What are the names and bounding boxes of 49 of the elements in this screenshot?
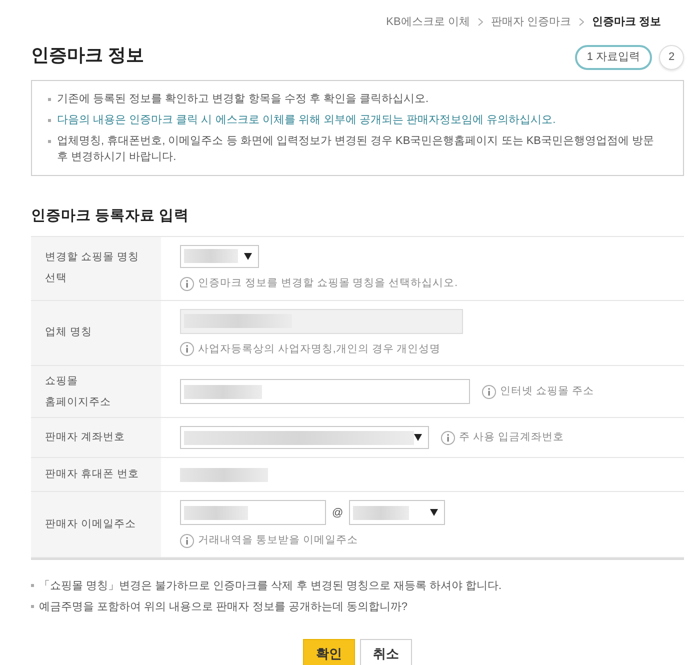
redacted-value (184, 506, 248, 520)
notice-text: 다음의 내용은 인증마크 클릭 시 에스크로 이체를 위해 외부에 공개되는 판매자정보임에 유의하십시오. (57, 113, 556, 128)
caret-down-icon (430, 509, 438, 516)
notice-text: 기존에 등록된 정보를 확인하고 변경할 항목을 수정 후 확인을 클릭하십시오. (57, 92, 429, 107)
chevron-right-icon (478, 18, 483, 26)
field-label: 업체 명칭 (45, 325, 92, 340)
hint-text: 거래내역을 통보받을 이메일주소 (198, 533, 358, 548)
select-field[interactable] (349, 500, 446, 526)
field-label: 쇼핑몰 홈페이지주소 (45, 374, 111, 410)
bullet-icon (31, 584, 34, 587)
input-field[interactable] (180, 379, 470, 404)
notice-text: 업체명칭, 휴대폰번호, 이메일주소 등 화면에 입력정보가 변경된 경우 KB국민은행홈페이지 또는 KB국민은행영업점에 방문 후 변경하시기 바랍니다. (57, 134, 656, 165)
field-label: 판매자 휴대폰 번호 (45, 467, 139, 482)
info-icon (180, 276, 194, 291)
info-icon (180, 534, 194, 548)
step-indicator: 1 자료입력 (574, 44, 652, 70)
redacted-value (184, 249, 238, 264)
field-label: 판매자 계좌번호 (45, 430, 125, 446)
bullet-icon (48, 140, 51, 143)
bullet-icon (48, 119, 51, 122)
note-text: 예금주명을 포함하여 위의 내용으로 판매자 정보를 공개하는데 동의합니까? (39, 600, 408, 615)
caret-down-icon (414, 434, 422, 442)
cancel-button[interactable]: 취소 (360, 639, 412, 665)
section-title: 인증마크 등록자료 입력 (31, 207, 190, 226)
info-icon (180, 342, 194, 356)
page-title: 인증마크 정보 (31, 44, 144, 66)
confirm-button[interactable]: 확인 (303, 639, 355, 665)
select-field[interactable] (180, 244, 259, 268)
bullet-icon (31, 605, 34, 608)
redacted-value (353, 506, 410, 520)
note-text: 「쇼핑몰 명칭」변경은 불가하므로 인증마크를 삭제 후 변경된 명칭으로 재등록 하셔야 합니다. (39, 579, 502, 594)
hint-text: 사업자등록상의 사업자명칭,개인의 경우 개인성명 (198, 342, 441, 356)
breadcrumb-link[interactable]: 인증마크 정보 (592, 14, 661, 30)
at-sign: @ (332, 506, 344, 520)
breadcrumb-link[interactable]: KB에스크로 이체 (386, 14, 470, 30)
select-field[interactable] (180, 426, 429, 450)
caret-down-icon (244, 252, 252, 260)
chevron-right-icon (578, 18, 584, 26)
step-indicator: 2 (659, 44, 684, 70)
hint-text: 주 사용 입금계좌번호 (459, 430, 564, 445)
field-label: 판매자 이메일주소 (45, 517, 136, 532)
breadcrumb-link[interactable]: 판매자 인증마크 (490, 14, 571, 30)
field-label: 변경할 쇼핑몰 명칭 선택 (45, 250, 139, 286)
hint-text: 인터넷 쇼핑몰 주소 (500, 384, 594, 399)
hint-text: 인증마크 정보를 변경할 쇼핑몰 명칭을 선택하십시오. (198, 276, 458, 291)
input-field[interactable] (180, 500, 326, 526)
info-icon (441, 430, 455, 445)
info-icon (482, 384, 496, 399)
bullet-icon (48, 98, 51, 101)
